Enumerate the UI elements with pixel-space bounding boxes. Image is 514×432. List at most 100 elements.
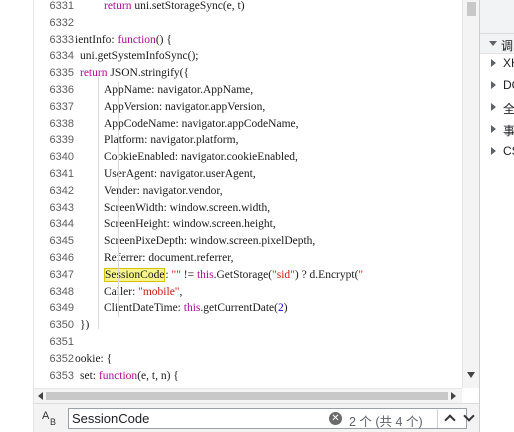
code-token: ): [283, 302, 288, 315]
line-number[interactable]: 6338: [46, 116, 74, 133]
code-text: uni.getSystemInfoSync();: [80, 48, 199, 65]
line-number[interactable]: 6350: [46, 317, 74, 334]
code-line[interactable]: 6334 uni.getSystemInfoSync();: [34, 48, 462, 65]
code-token: this: [196, 268, 214, 281]
code-token: this: [183, 302, 201, 315]
code-text: return JSON.stringify({: [80, 65, 189, 82]
scroll-left-arrow-icon[interactable]: [38, 392, 43, 400]
find-input[interactable]: [72, 410, 322, 427]
vertical-scrollbar[interactable]: [462, 0, 479, 388]
line-number[interactable]: 6352: [46, 351, 74, 368]
code-text: ClientDateTime: this.getCurrentDate(2): [104, 300, 288, 317]
panel-item-xhr[interactable]: XH: [480, 52, 514, 74]
panel-toolbar: [480, 0, 514, 34]
line-number[interactable]: 6345: [46, 233, 74, 250]
expand-right-icon: [491, 81, 496, 89]
panel-item-label: CS: [503, 144, 514, 158]
panel-item-dom[interactable]: DO: [480, 74, 514, 96]
line-number[interactable]: 6335: [46, 65, 74, 82]
code-token: ,: [179, 285, 183, 298]
match-case-icon[interactable]: AB: [42, 410, 62, 428]
code-token: ookie: {: [75, 352, 113, 365]
indent-guide: [98, 77, 99, 330]
horizontal-scrollbar[interactable]: [34, 388, 462, 403]
code-line[interactable]: 6333 ientInfo: function() {: [34, 32, 462, 49]
divider: [437, 409, 438, 428]
scroll-down-arrow-icon[interactable]: [467, 372, 475, 378]
code-token: uni.getSystemInfoSync();: [80, 50, 199, 63]
code-token: ScreenHeight: window.screen.height,: [104, 218, 276, 231]
code-text: Caller: "mobile",: [104, 284, 182, 301]
code-text: AppVersion: navigator.appVersion,: [104, 99, 265, 116]
code-token: function: [98, 369, 138, 382]
code-text: ScreenHeight: window.screen.height,: [104, 216, 276, 233]
line-number[interactable]: 6348: [46, 284, 74, 301]
panel-item-global[interactable]: 全: [480, 96, 514, 118]
line-number[interactable]: 6334: [46, 48, 74, 65]
vertical-scrollbar-thumb[interactable]: [467, 2, 476, 16]
code-text: Platform: navigator.platform,: [104, 132, 238, 149]
code-token: function: [117, 33, 156, 46]
panel-item-label: DO: [503, 78, 514, 92]
code-token: ScreenPixeDepth: window.screen.pixelDept…: [104, 235, 316, 248]
code-token: JSON.stringify({: [107, 67, 190, 80]
line-number[interactable]: 6343: [46, 200, 74, 217]
expand-right-icon: [491, 147, 496, 155]
code-token: uni.setStorageSync(e, t): [131, 0, 245, 12]
code-token: return: [104, 0, 132, 12]
code-token: ScreenWidth: window.screen.width,: [104, 201, 271, 214]
clear-icon[interactable]: ✕: [329, 412, 342, 425]
code-token: AppName: navigator.AppName,: [104, 84, 254, 96]
line-number[interactable]: 6353: [46, 368, 74, 385]
line-number[interactable]: 6346: [46, 250, 74, 267]
line-number[interactable]: 6339: [46, 132, 74, 149]
expand-down-icon: [489, 41, 497, 46]
code-text: ookie: {: [75, 351, 112, 368]
line-number[interactable]: 6342: [46, 183, 74, 200]
line-number[interactable]: 6351: [46, 334, 74, 351]
line-number[interactable]: 6340: [46, 149, 74, 166]
indent-guide: [118, 82, 119, 318]
code-token: !=: [180, 268, 197, 281]
code-token: return: [80, 67, 108, 80]
code-line[interactable]: 6351: [34, 334, 462, 351]
horizontal-scrollbar-thumb[interactable]: [46, 392, 448, 400]
scroll-right-arrow-icon[interactable]: [451, 392, 456, 400]
line-number[interactable]: 6336: [46, 82, 74, 99]
line-number[interactable]: 6341: [46, 166, 74, 183]
code-editor[interactable]: 6331 return uni.setStorageSync(e, t) 6332 6…: [34, 0, 462, 388]
debugger-side-panel: 调 XH DO 全 事 CS: [479, 0, 514, 432]
code-token: ClientDateTime:: [104, 302, 184, 315]
line-number[interactable]: 6331: [46, 0, 74, 15]
code-text: }): [80, 317, 89, 334]
code-text: Referrer: document.referrer,: [104, 250, 233, 267]
code-text: Vender: navigator.vendor,: [104, 183, 223, 200]
panel-section-header[interactable]: 调: [480, 34, 514, 54]
find-bar: AB ✕ 2 个 (共 4 个): [34, 403, 479, 432]
expand-right-icon: [491, 59, 496, 67]
code-text: AppCodeName: navigator.appCodeName,: [104, 116, 299, 133]
panel-item-csp[interactable]: CS: [480, 140, 514, 162]
code-token: .GetStorage(: [213, 268, 273, 281]
line-number[interactable]: 6344: [46, 216, 74, 233]
code-line[interactable]: 6353 set: function(e, t, n) {: [34, 368, 462, 385]
line-number[interactable]: 6347: [46, 267, 74, 284]
code-token: UserAgent: navigator.userAgent,: [104, 168, 256, 180]
previous-match-button[interactable]: [444, 409, 458, 428]
code-line[interactable]: 6352 ookie: {: [34, 351, 462, 368]
next-match-button[interactable]: [463, 409, 477, 428]
code-line[interactable]: 6331 return uni.setStorageSync(e, t): [34, 0, 462, 15]
panel-item-event[interactable]: 事: [480, 118, 514, 140]
code-token: set:: [80, 369, 99, 382]
code-token: ientInfo:: [75, 33, 118, 46]
line-number[interactable]: 6332: [46, 15, 74, 32]
search-match-highlight: SessionCode: [104, 267, 166, 282]
code-line[interactable]: 6332: [34, 15, 462, 32]
line-number[interactable]: 6333: [46, 32, 74, 49]
line-number[interactable]: 6349: [46, 300, 74, 317]
code-token: AppCodeName: navigator.appCodeName,: [104, 117, 299, 130]
expand-right-icon: [491, 103, 496, 111]
code-token: "mobile": [138, 285, 180, 298]
code-token: (e, t, n) {: [137, 369, 179, 382]
line-number[interactable]: 6337: [46, 99, 74, 116]
